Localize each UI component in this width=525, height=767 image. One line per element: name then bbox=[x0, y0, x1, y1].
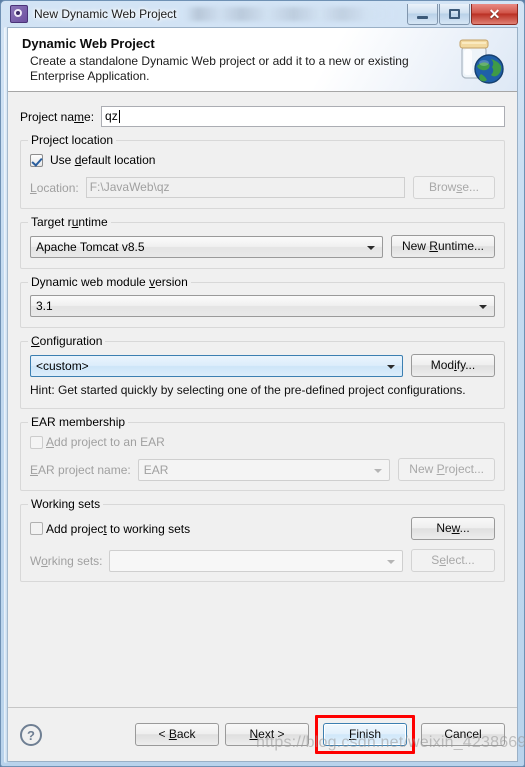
next-button[interactable]: Next > bbox=[225, 723, 309, 746]
dialog-client-area: Dynamic Web Project Create a standalone … bbox=[7, 27, 525, 762]
new-runtime-button[interactable]: New Runtime... bbox=[390, 235, 495, 258]
working-sets-group: Working sets Add project to working sets… bbox=[20, 497, 505, 582]
modify-button[interactable]: Modify... bbox=[411, 354, 495, 377]
add-project-to-ear-label: Add project to an EAR bbox=[46, 435, 165, 449]
module-version-combo[interactable]: 3.1 bbox=[30, 295, 495, 317]
ear-membership-group: EAR membership Add project to an EAR EAR… bbox=[20, 415, 505, 491]
project-name-value: qz bbox=[105, 109, 118, 123]
new-ear-project-button: New Project... bbox=[398, 458, 495, 481]
project-location-group: Project location Use default location Lo… bbox=[20, 133, 505, 209]
working-sets-row: Working sets: Select... bbox=[30, 549, 495, 572]
location-label: Location: bbox=[30, 180, 79, 195]
new-working-set-button[interactable]: New... bbox=[411, 517, 495, 540]
use-default-location-checkbox[interactable] bbox=[30, 153, 43, 167]
configuration-combo[interactable]: <custom> bbox=[30, 354, 403, 377]
dialog-button-bar: ? < Back Next > Finish Cancel https://bl… bbox=[8, 707, 525, 761]
target-runtime-combo[interactable]: Apache Tomcat v8.5 bbox=[30, 235, 383, 258]
configuration-row: <custom> Modify... bbox=[30, 354, 495, 377]
configuration-value: <custom> bbox=[36, 358, 89, 373]
module-version-value: 3.1 bbox=[36, 299, 53, 313]
finish-button[interactable]: Finish bbox=[323, 723, 407, 746]
page-description: Create a standalone Dynamic Web project … bbox=[30, 54, 409, 83]
window-title: New Dynamic Web Project bbox=[34, 7, 177, 21]
target-runtime-row: Apache Tomcat v8.5 New Runtime... bbox=[30, 235, 495, 258]
target-runtime-value: Apache Tomcat v8.5 bbox=[36, 239, 145, 254]
project-name-input[interactable]: qz bbox=[101, 106, 505, 127]
configuration-group: Configuration <custom> Modify... Hint: G… bbox=[20, 334, 505, 409]
ear-project-name-label: EAR project name: bbox=[30, 462, 131, 477]
wizard-navigation-buttons: < Back Next > Finish Cancel bbox=[135, 715, 505, 754]
project-location-legend: Project location bbox=[28, 133, 117, 147]
add-to-working-sets-row[interactable]: Add project to working sets New... bbox=[30, 517, 495, 540]
page-title: Dynamic Web Project bbox=[22, 36, 155, 51]
close-button[interactable]: ✕ bbox=[471, 3, 518, 25]
title-bar-blur-region bbox=[184, 7, 403, 21]
working-sets-label: Working sets: bbox=[30, 553, 103, 568]
ear-project-name-combo: EAR bbox=[137, 458, 391, 481]
add-project-to-working-sets-checkbox[interactable] bbox=[30, 522, 43, 535]
eclipse-wizard-icon bbox=[10, 5, 28, 23]
add-project-to-working-sets-label: Add project to working sets bbox=[46, 521, 191, 536]
maximize-button[interactable] bbox=[439, 3, 470, 25]
text-caret bbox=[118, 110, 120, 123]
chevron-down-icon bbox=[366, 245, 375, 250]
project-name-row: Project name: qz bbox=[20, 106, 505, 127]
working-sets-combo bbox=[109, 549, 403, 572]
ear-project-name-value: EAR bbox=[143, 462, 169, 477]
working-sets-legend: Working sets bbox=[28, 497, 104, 511]
window-controls: ✕ bbox=[407, 3, 518, 25]
web-project-jar-globe-icon bbox=[459, 39, 504, 84]
help-icon[interactable]: ? bbox=[20, 723, 42, 746]
target-runtime-legend: Target runtime bbox=[28, 215, 111, 229]
chevron-down-icon bbox=[387, 559, 395, 564]
module-version-legend: Dynamic web module version bbox=[28, 275, 191, 289]
chevron-down-icon bbox=[479, 305, 487, 309]
chevron-down-icon bbox=[374, 468, 383, 473]
chevron-down-icon bbox=[387, 364, 395, 369]
wizard-banner: Dynamic Web Project Create a standalone … bbox=[8, 28, 517, 92]
title-bar: New Dynamic Web Project ✕ bbox=[7, 1, 518, 27]
ear-project-name-row: EAR project name: EAR New Project... bbox=[30, 458, 495, 481]
select-working-set-button: Select... bbox=[411, 549, 495, 572]
module-version-group: Dynamic web module version 3.1 bbox=[20, 275, 505, 328]
location-input: F:\JavaWeb\qz bbox=[85, 177, 405, 198]
maximize-icon bbox=[449, 8, 460, 19]
add-project-to-ear-checkbox bbox=[30, 435, 43, 449]
project-name-label: Project name: bbox=[20, 109, 95, 124]
minimize-icon bbox=[417, 15, 428, 19]
use-default-location-row[interactable]: Use default location bbox=[30, 153, 495, 167]
location-row: Location: F:\JavaWeb\qz Browse... bbox=[30, 176, 495, 199]
target-runtime-group: Target runtime Apache Tomcat v8.5 New Ru… bbox=[20, 215, 505, 269]
dialog-window: New Dynamic Web Project ✕ Dynamic Web Pr… bbox=[0, 0, 525, 767]
wizard-page-body: Project name: qz Project location Use de… bbox=[8, 92, 517, 707]
location-value: F:\JavaWeb\qz bbox=[89, 180, 170, 194]
close-icon: ✕ bbox=[488, 5, 501, 22]
configuration-hint: Hint: Get started quickly by selecting o… bbox=[30, 383, 466, 397]
finish-button-highlight: Finish bbox=[315, 715, 415, 754]
browse-button: Browse... bbox=[413, 176, 495, 199]
ear-membership-legend: EAR membership bbox=[28, 415, 129, 429]
minimize-button[interactable] bbox=[407, 3, 438, 25]
cancel-button[interactable]: Cancel bbox=[421, 723, 505, 746]
use-default-location-label: Use default location bbox=[50, 153, 156, 167]
configuration-legend: Configuration bbox=[28, 334, 106, 348]
add-to-ear-row: Add project to an EAR bbox=[30, 435, 495, 449]
back-button[interactable]: < Back bbox=[135, 723, 219, 746]
